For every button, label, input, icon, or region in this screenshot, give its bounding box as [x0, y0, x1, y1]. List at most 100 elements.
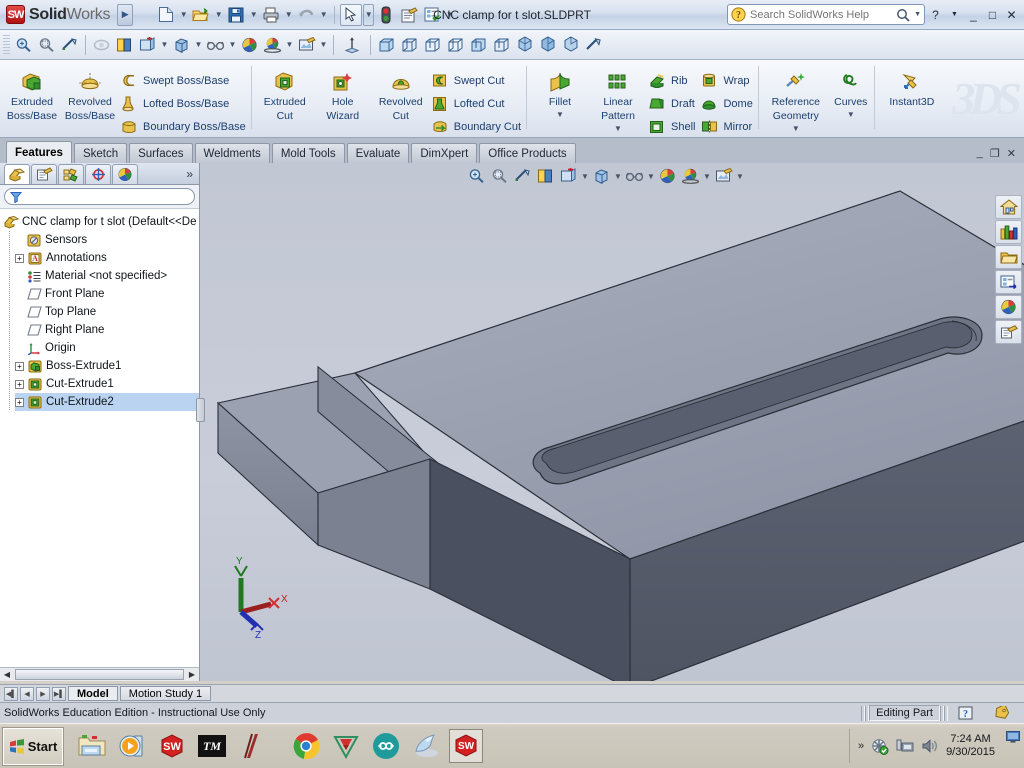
tree-horizontal-scrollbar[interactable]: ◀ ▶ — [0, 667, 199, 681]
graphics-area[interactable]: ▼ ▼ ▼ ▼ ▼ X Y Z — [200, 163, 1024, 681]
taskbar-clock[interactable]: 7:24 AM 9/30/2015 — [946, 733, 995, 759]
apply-scene-dropdown-icon[interactable]: ▼ — [284, 33, 295, 57]
scrollbar-thumb[interactable] — [15, 669, 184, 680]
last-tab-button[interactable]: ▶▌ — [52, 686, 66, 701]
undo-icon[interactable] — [295, 4, 317, 26]
maximize-button[interactable]: □ — [984, 6, 1001, 23]
status-tag-icon[interactable] — [983, 706, 1020, 720]
new-document-icon[interactable] — [155, 4, 177, 26]
tab-motion-study-1[interactable]: Motion Study 1 — [119, 686, 212, 701]
print-dropdown-icon[interactable]: ▼ — [283, 4, 294, 26]
start-button[interactable]: Start — [2, 726, 64, 766]
draft-button[interactable]: Draft — [647, 93, 699, 114]
undo-dropdown-icon[interactable]: ▼ — [318, 4, 329, 26]
model-viewport[interactable]: X Y Z — [200, 163, 1024, 681]
tree-item-sensors[interactable]: Sensors — [15, 231, 199, 249]
search-dropdown-icon[interactable]: ▼ — [914, 11, 921, 18]
tree-item-material[interactable]: Material <not specified> — [15, 267, 199, 285]
view-back-icon[interactable] — [398, 33, 421, 57]
show-desktop-button[interactable] — [1006, 731, 1020, 761]
wrap-button[interactable]: Wrap — [699, 70, 756, 91]
view-left-icon[interactable] — [421, 33, 444, 57]
fillet-dropdown-icon[interactable]: ▼ — [556, 110, 564, 119]
next-tab-button[interactable]: ▶ — [36, 686, 50, 701]
minimize-button[interactable]: _ — [965, 6, 982, 23]
options-icon[interactable] — [398, 4, 420, 26]
search-box[interactable]: ? ▼ — [727, 4, 925, 25]
select-dropdown-icon[interactable]: ▼ — [363, 3, 375, 26]
teamviewer-taskbar-icon[interactable]: TM — [195, 729, 229, 763]
view-settings-dropdown-icon[interactable]: ▼ — [318, 33, 329, 57]
panel-splitter-handle[interactable] — [196, 398, 205, 422]
display-style-dropdown-icon[interactable]: ▼ — [193, 33, 204, 57]
tree-item-top-plane[interactable]: Top Plane — [15, 303, 199, 321]
section-view-icon[interactable] — [113, 33, 136, 57]
app-red-taskbar-icon[interactable] — [235, 729, 269, 763]
print-icon[interactable] — [260, 4, 282, 26]
save-dropdown-icon[interactable]: ▼ — [248, 4, 259, 26]
select-pointer-icon[interactable] — [340, 3, 363, 26]
solidworks-active-taskbar-icon[interactable]: SW — [449, 729, 483, 763]
tree-filter-box[interactable] — [4, 188, 195, 205]
view-isometric-icon[interactable] — [513, 33, 536, 57]
view-orientation-icon[interactable] — [136, 33, 159, 57]
zoom-to-fit-icon[interactable] — [12, 33, 35, 57]
toolbar-grip[interactable] — [3, 34, 10, 55]
status-help-icon[interactable]: ? — [948, 706, 983, 720]
expand-icon[interactable]: + — [15, 361, 24, 371]
curves-dropdown-icon[interactable]: ▼ — [847, 110, 855, 119]
boundary-boss-base-button[interactable]: Boundary Boss/Base — [119, 116, 250, 137]
open-document-dropdown-icon[interactable]: ▼ — [213, 4, 224, 26]
tree-root-node[interactable]: CNC clamp for t slot (Default<<De — [4, 213, 199, 231]
instant3d-button[interactable]: Instant3D — [879, 64, 945, 108]
settings-dropdown-icon[interactable]: ▼ — [444, 4, 455, 26]
view-orientation-dropdown-icon[interactable]: ▼ — [159, 33, 170, 57]
rotate-view-icon[interactable] — [90, 33, 113, 57]
tab-dimxpert[interactable]: DimXpert — [411, 143, 478, 163]
view-normal-to-icon[interactable] — [582, 33, 605, 57]
scroll-right-icon[interactable]: ▶ — [185, 670, 199, 679]
open-document-icon[interactable] — [190, 4, 212, 26]
tab-surfaces[interactable]: Surfaces — [129, 143, 193, 163]
arduino-taskbar-icon[interactable] — [369, 729, 403, 763]
search-input[interactable] — [750, 8, 893, 21]
tree-item-right-plane[interactable]: Right Plane — [15, 321, 199, 339]
rib-button[interactable]: Rib — [647, 70, 699, 91]
hide-show-items-icon[interactable] — [204, 33, 227, 57]
curves-button[interactable]: Curves ▼ — [829, 64, 873, 119]
revolved-cut-button[interactable]: Revolved Cut — [372, 64, 430, 122]
tree-item-annotations[interactable]: + A Annotations — [15, 249, 199, 267]
dolphin-taskbar-icon[interactable] — [409, 729, 443, 763]
property-manager-tab[interactable] — [31, 164, 57, 184]
boundary-cut-button[interactable]: Boundary Cut — [430, 116, 525, 137]
revolved-boss-base-button[interactable]: Revolved Boss/Base — [61, 64, 119, 122]
reference-geometry-button[interactable]: Reference Geometry ▼ — [763, 64, 829, 133]
solidworks-resources-button[interactable] — [995, 195, 1022, 219]
save-icon[interactable] — [225, 4, 247, 26]
manager-tabs-more-icon[interactable]: » — [186, 167, 199, 181]
prev-tab-button[interactable]: ◀ — [20, 686, 34, 701]
file-explorer-button[interactable] — [995, 245, 1022, 269]
mirror-button[interactable]: Mirror — [699, 116, 756, 137]
help-dropdown-icon[interactable]: ▼ — [946, 6, 963, 23]
reference-geometry-dropdown-icon[interactable]: ▼ — [792, 124, 800, 133]
tab-office-products[interactable]: Office Products — [479, 143, 576, 163]
first-tab-button[interactable]: ◀▌ — [4, 686, 18, 701]
design-library-button[interactable] — [995, 220, 1022, 244]
tab-evaluate[interactable]: Evaluate — [346, 143, 410, 163]
volume-tray-icon[interactable] — [921, 738, 939, 754]
help-button[interactable]: ? — [927, 6, 944, 23]
clamp-part[interactable] — [216, 190, 1024, 681]
swept-cut-button[interactable]: Swept Cut — [430, 70, 525, 91]
tree-item-origin[interactable]: Origin — [15, 339, 199, 357]
expand-icon[interactable]: + — [15, 397, 24, 407]
swept-boss-base-button[interactable]: Swept Boss/Base — [119, 70, 250, 91]
dome-button[interactable]: Dome — [699, 93, 756, 114]
tree-item-boss-extrude1[interactable]: + Boss-Extrude1 — [15, 357, 199, 375]
view-front-icon[interactable] — [375, 33, 398, 57]
file-explorer-taskbar-icon[interactable] — [75, 729, 109, 763]
view-dimetric-icon[interactable] — [559, 33, 582, 57]
lofted-boss-base-button[interactable]: Lofted Boss/Base — [119, 93, 250, 114]
tree-item-cut-extrude1[interactable]: + Cut-Extrude1 — [15, 375, 199, 393]
extruded-boss-base-button[interactable]: Extruded Boss/Base — [3, 64, 61, 122]
